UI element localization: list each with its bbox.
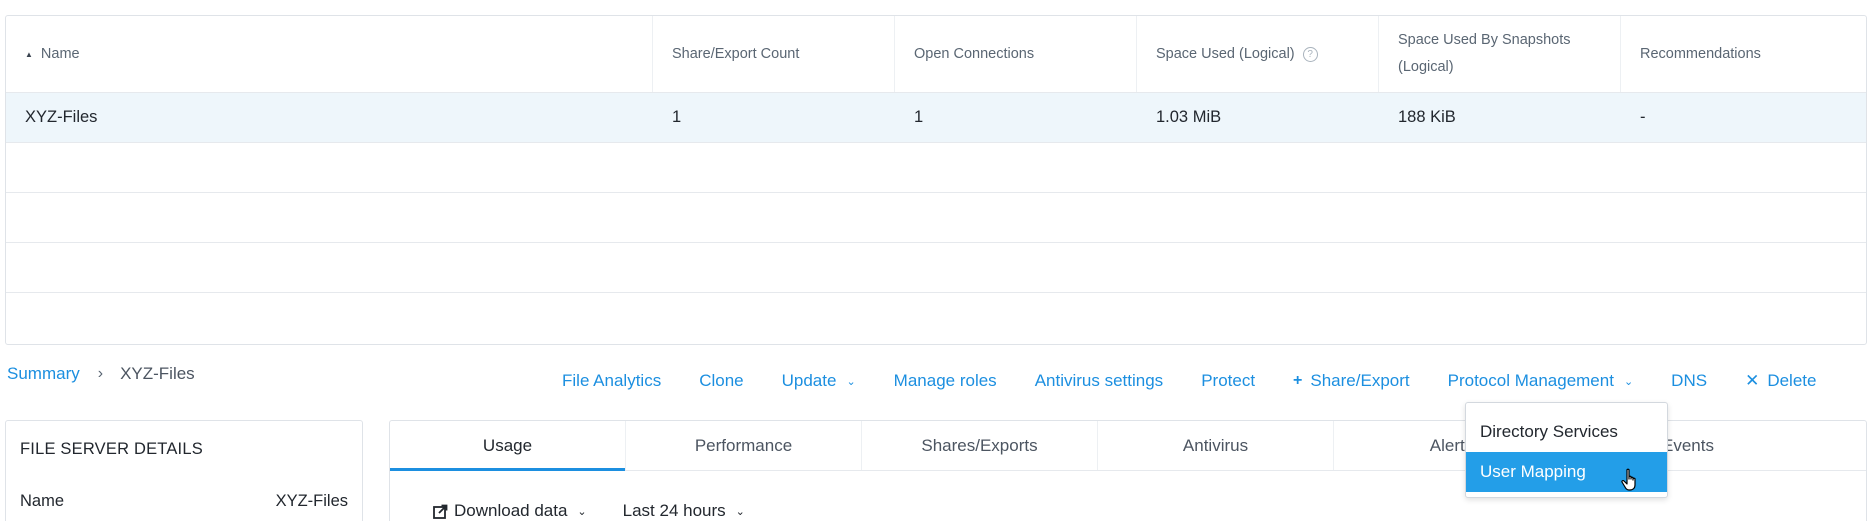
- file-analytics-button[interactable]: File Analytics: [562, 371, 661, 391]
- chevron-down-icon: ⌄: [577, 505, 587, 518]
- protocol-management-dropdown-button[interactable]: Protocol Management ⌄: [1448, 371, 1634, 391]
- tab-shares-exports[interactable]: Shares/Exports: [862, 421, 1098, 470]
- clone-button[interactable]: Clone: [699, 371, 743, 391]
- chevron-down-icon: ⌄: [1623, 375, 1634, 388]
- delete-label: Delete: [1767, 371, 1817, 390]
- empty-table-row: [6, 293, 1866, 343]
- antivirus-settings-button[interactable]: Antivirus settings: [1035, 371, 1164, 391]
- table-row[interactable]: XYZ-Files 1 1 1.03 MiB 188 KiB -: [6, 93, 1866, 143]
- column-header-share-export-count[interactable]: Share/Export Count: [653, 16, 895, 92]
- protocol-management-label: Protocol Management: [1447, 371, 1614, 390]
- download-data-button[interactable]: Download data ⌄: [433, 501, 587, 521]
- cell-share-export-count: 1: [672, 108, 682, 126]
- close-icon: ✕: [1745, 371, 1760, 390]
- sort-ascending-icon: ▲: [25, 49, 33, 59]
- column-header-name[interactable]: ▲ Name: [6, 16, 653, 92]
- cell-space-used-snapshots: 188 KiB: [1398, 108, 1456, 126]
- chevron-down-icon: ⌄: [735, 505, 745, 518]
- cell-recommendations: -: [1640, 108, 1646, 126]
- column-header-space-used[interactable]: Space Used (Logical) ?: [1137, 16, 1379, 92]
- tab-usage[interactable]: Usage: [390, 421, 626, 471]
- column-header-label: Name: [40, 45, 80, 62]
- column-header-label: Share/Export Count: [672, 45, 800, 62]
- time-range-label: Last 24 hours: [622, 501, 726, 520]
- plus-icon: +: [1293, 372, 1303, 389]
- empty-table-row: [6, 193, 1866, 243]
- panel-title: FILE SERVER DETAILS: [20, 440, 203, 458]
- column-header-space-used-snapshots[interactable]: Space Used By Snapshots (Logical): [1379, 16, 1621, 92]
- file-servers-table: ▲ Name Share/Export Count Open Connectio…: [5, 15, 1867, 345]
- update-label: Update: [781, 371, 837, 390]
- table-header: ▲ Name Share/Export Count Open Connectio…: [6, 16, 1866, 93]
- column-header-label: Space Used By Snapshots (Logical): [1398, 32, 1571, 75]
- column-header-recommendations[interactable]: Recommendations: [1621, 16, 1866, 92]
- tab-antivirus[interactable]: Antivirus: [1098, 421, 1334, 470]
- breadcrumb-summary-link[interactable]: Summary: [7, 364, 80, 384]
- help-icon[interactable]: ?: [1302, 46, 1318, 62]
- breadcrumb: Summary › XYZ-Files: [7, 364, 195, 384]
- update-dropdown-button[interactable]: Update ⌄: [782, 371, 856, 391]
- cell-space-used: 1.03 MiB: [1156, 108, 1222, 126]
- column-header-label: Space Used (Logical): [1156, 45, 1295, 62]
- time-range-select[interactable]: Last 24 hours ⌄: [623, 501, 745, 521]
- download-data-label: Download data: [454, 501, 568, 520]
- hand-pointer-cursor-icon: [1621, 468, 1639, 497]
- detail-label-name: Name: [20, 492, 65, 510]
- column-header-label: Open Connections: [914, 45, 1035, 62]
- delete-button[interactable]: ✕ Delete: [1745, 371, 1816, 391]
- protect-button[interactable]: Protect: [1201, 371, 1255, 391]
- external-link-icon: [433, 504, 448, 519]
- column-header-label: Recommendations: [1640, 45, 1761, 62]
- cell-name: XYZ-Files: [25, 108, 98, 126]
- share-export-button[interactable]: + Share/Export: [1293, 371, 1410, 391]
- tab-performance[interactable]: Performance: [626, 421, 862, 470]
- cell-open-connections: 1: [914, 108, 924, 126]
- file-server-details-panel: FILE SERVER DETAILS Name XYZ-Files: [5, 420, 363, 521]
- detail-value-name: XYZ-Files: [275, 492, 348, 510]
- action-bar: File Analytics Clone Update ⌄ Manage rol…: [562, 371, 1816, 391]
- empty-table-row: [6, 143, 1866, 193]
- empty-table-row: [6, 243, 1866, 293]
- dns-button[interactable]: DNS: [1671, 371, 1707, 391]
- column-header-open-connections[interactable]: Open Connections: [895, 16, 1137, 92]
- menu-item-directory-services[interactable]: Directory Services: [1466, 411, 1667, 452]
- manage-roles-button[interactable]: Manage roles: [894, 371, 997, 391]
- chevron-down-icon: ⌄: [846, 375, 856, 388]
- share-export-label: Share/Export: [1310, 371, 1410, 390]
- usage-toolbar: Download data ⌄ Last 24 hours ⌄: [433, 501, 781, 521]
- breadcrumb-separator-icon: ›: [97, 365, 104, 382]
- breadcrumb-current: XYZ-Files: [120, 364, 195, 383]
